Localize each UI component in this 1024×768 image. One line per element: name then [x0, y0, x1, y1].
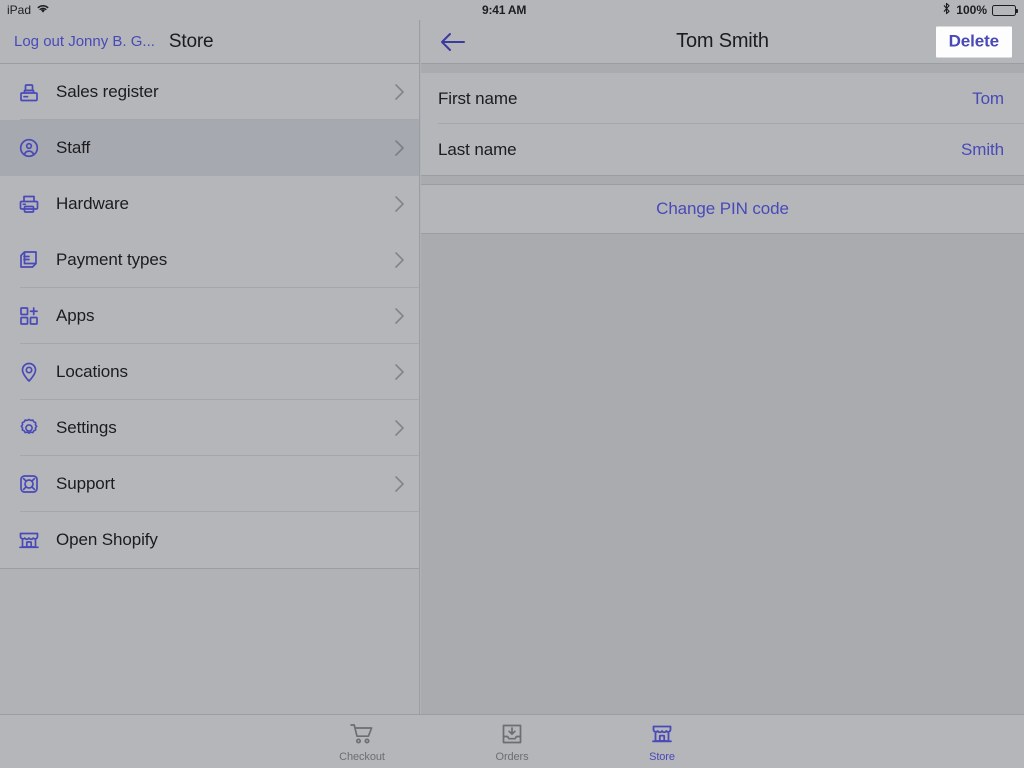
printer-icon: [16, 191, 42, 217]
sidebar-item-settings[interactable]: Settings: [0, 400, 419, 456]
map-pin-icon: [16, 359, 42, 385]
sidebar-item-open-shopify[interactable]: Open Shopify: [0, 512, 419, 568]
chevron-right-icon: [394, 251, 405, 269]
gear-icon: [16, 415, 42, 441]
first-name-label: First name: [438, 88, 518, 108]
first-name-row[interactable]: First name Tom: [421, 73, 1024, 124]
status-bar-left: iPad: [0, 3, 420, 17]
sidebar-item-label: Support: [56, 474, 115, 493]
chevron-right-icon: [394, 139, 405, 157]
storefront-icon: [16, 527, 42, 553]
sidebar-item-sales-register[interactable]: Sales register: [0, 64, 419, 120]
cash-register-icon: [16, 79, 42, 105]
last-name-row[interactable]: Last name Smith: [421, 124, 1024, 175]
sidebar-menu-list: Sales register Staff Hardware Payment ty…: [0, 64, 419, 569]
status-bar: iPad 9:41 AM 100%: [0, 0, 1024, 20]
tab-label: Orders: [495, 750, 529, 763]
ipad-pos-screen: iPad 9:41 AM 100% Log out Jonny B. G... …: [0, 0, 1024, 768]
tab-label: Store: [649, 750, 675, 763]
sidebar-nav-bar: Log out Jonny B. G... Store: [0, 20, 419, 64]
clock: 9:41 AM: [482, 3, 527, 17]
sidebar-item-label: Settings: [56, 418, 117, 437]
shopping-cart-icon: [349, 721, 375, 748]
last-name-value[interactable]: Smith: [961, 140, 1004, 160]
tab-store[interactable]: Store: [626, 721, 698, 763]
bluetooth-icon: [942, 2, 951, 18]
inbox-download-icon: [500, 721, 524, 748]
tab-orders[interactable]: Orders: [476, 721, 548, 763]
sidebar-item-label: Hardware: [56, 194, 129, 213]
page-title: Store: [168, 30, 214, 52]
sidebar-item-apps[interactable]: Apps: [0, 288, 419, 344]
bottom-tab-bar: Checkout Orders Store: [0, 714, 1024, 768]
sidebar-item-label: Staff: [56, 138, 91, 157]
battery-percent-label: 100%: [956, 3, 987, 17]
detail-panel: Tom Smith Delete First name Tom Last nam…: [421, 20, 1024, 714]
tab-label: Checkout: [339, 750, 385, 763]
sidebar-panel: Log out Jonny B. G... Store Sales regist…: [0, 20, 420, 714]
change-pin-group: Change PIN code: [421, 184, 1024, 234]
sidebar-item-label: Payment types: [56, 250, 168, 269]
chevron-right-icon: [394, 475, 405, 493]
apps-grid-plus-icon: [16, 303, 42, 329]
storefront-icon: [650, 721, 674, 748]
life-ring-icon: [16, 471, 42, 497]
delete-button[interactable]: Delete: [935, 26, 1012, 57]
first-name-value[interactable]: Tom: [972, 89, 1004, 109]
tab-checkout[interactable]: Checkout: [326, 721, 398, 763]
last-name-label: Last name: [438, 139, 517, 159]
chevron-right-icon: [394, 307, 405, 325]
sidebar-item-label: Locations: [56, 362, 128, 381]
wifi-icon: [36, 3, 50, 17]
payment-cards-icon: [16, 247, 42, 273]
sidebar-item-hardware[interactable]: Hardware: [0, 176, 419, 232]
name-fields-group: First name Tom Last name Smith: [421, 73, 1024, 176]
sidebar-item-label: Open Shopify: [56, 530, 158, 549]
device-name: iPad: [7, 3, 32, 17]
chevron-right-icon: [394, 195, 405, 213]
detail-title: Tom Smith: [676, 30, 769, 52]
sidebar-item-support[interactable]: Support: [0, 456, 419, 512]
sidebar-item-payment-types[interactable]: Payment types: [0, 232, 419, 288]
detail-nav-bar: Tom Smith Delete: [421, 20, 1024, 64]
back-arrow-icon[interactable]: [439, 31, 467, 53]
battery-full-icon: [992, 4, 1018, 16]
sidebar-item-locations[interactable]: Locations: [0, 344, 419, 400]
change-pin-code-button[interactable]: Change PIN code: [656, 199, 789, 219]
person-circle-icon: [16, 135, 42, 161]
status-bar-right: 100%: [600, 2, 1024, 18]
chevron-right-icon: [394, 419, 405, 437]
sidebar-item-label: Apps: [56, 306, 95, 325]
sidebar-item-staff[interactable]: Staff: [0, 120, 419, 176]
chevron-right-icon: [394, 83, 405, 101]
sidebar-item-label: Sales register: [56, 82, 159, 101]
logout-button[interactable]: Log out Jonny B. G...: [14, 33, 155, 50]
chevron-right-icon: [394, 363, 405, 381]
